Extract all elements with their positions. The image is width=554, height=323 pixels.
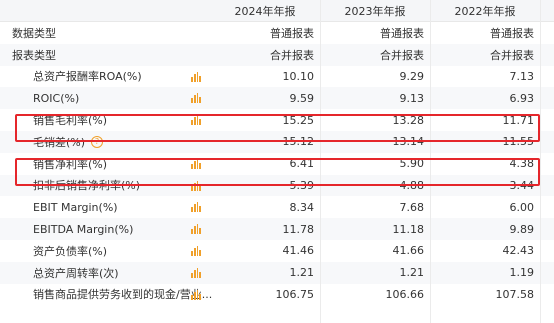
value-cell: 5.90 [399, 157, 425, 171]
row-label-text: 毛销差(%) [33, 135, 86, 149]
value-cell: 普通报表 [270, 26, 314, 40]
row-label-text: 资产负债率(%) [33, 244, 108, 258]
table-row: 扣非后销售净利率(%) 5.39 4.88 3.44 [0, 174, 554, 197]
value-cell: 11.78 [282, 222, 315, 236]
value-cell: 11.18 [392, 222, 425, 236]
value-cell: 3.44 [509, 178, 535, 192]
row-label-text: 总资产报酬率ROA(%) [33, 70, 142, 84]
value-cell: 合并报表 [380, 48, 424, 62]
row-label-text: ROIC(%) [33, 91, 80, 105]
value-cell: 106.75 [275, 287, 315, 301]
value-cell: 1.21 [289, 266, 315, 280]
value-cell: 42.43 [502, 244, 535, 258]
bar-chart-icon[interactable] [191, 158, 201, 169]
row-label-text: 总资产周转率(次) [33, 266, 119, 280]
value-cell: 13.28 [392, 113, 425, 127]
value-cell: 5.39 [289, 178, 315, 192]
table-body: 数据类型 普通报表 普通报表 普通报表报表类型 合并报表 合并报表 合并报表总资产报酬率RO… [0, 22, 554, 305]
table-row: 报表类型 合并报表 合并报表 合并报表 [0, 43, 554, 66]
value-cell: 9.59 [289, 91, 315, 105]
row-label: ROIC(%) [33, 87, 79, 109]
row-label-text: 报表类型 [12, 48, 56, 62]
row-label-text: 数据类型 [12, 26, 56, 40]
column-header-2022[interactable]: 2022年年报 [430, 0, 540, 21]
table-row: 销售净利率(%) 6.41 5.90 4.38 [0, 153, 554, 175]
value-cell: 4.38 [509, 157, 535, 171]
value-cell: 9.29 [399, 69, 425, 83]
table-row: EBITDA Margin(%) 11.78 11.18 9.89 [0, 218, 554, 240]
bar-chart-icon[interactable] [191, 71, 201, 82]
value-cell: 合并报表 [490, 48, 534, 62]
value-cell: 4.88 [399, 178, 425, 192]
table-row: 总资产周转率(次) 1.21 1.21 1.19 [0, 261, 554, 284]
value-cell: 1.19 [509, 266, 535, 280]
value-cell: 106.66 [385, 287, 425, 301]
value-cell: 7.13 [509, 69, 535, 83]
value-cell: 6.93 [509, 91, 535, 105]
value-cell: 10.10 [282, 69, 315, 83]
table-row: 资产负债率(%) 41.46 41.66 42.43 [0, 240, 554, 262]
table-row: 数据类型 普通报表 普通报表 普通报表 [0, 22, 554, 44]
value-cell: 41.46 [282, 244, 315, 258]
bar-chart-icon[interactable] [191, 115, 201, 126]
value-cell: 11.55 [502, 135, 535, 149]
bar-chart-icon[interactable] [191, 245, 201, 256]
row-label: 总资产报酬率ROA(%) [33, 66, 142, 88]
row-label: 销售净利率(%) [33, 153, 107, 175]
table-row: 毛销差(%)? 15.12 13.14 11.55 [0, 130, 554, 153]
row-label-text: EBITDA Margin(%) [33, 222, 134, 236]
table-row: EBIT Margin(%) 8.34 7.68 6.00 [0, 196, 554, 218]
row-label-text: 扣非后销售净利率(%) [33, 179, 141, 193]
table-row: ROIC(%) 9.59 9.13 6.93 [0, 87, 554, 110]
row-label-text: EBIT Margin(%) [33, 200, 118, 214]
value-cell: 合并报表 [270, 48, 314, 62]
value-cell: 6.41 [289, 157, 315, 171]
bar-chart-icon[interactable] [191, 202, 201, 213]
bar-chart-icon[interactable] [191, 180, 201, 191]
row-label: 扣非后销售净利率(%) [33, 175, 140, 197]
table-row: 销售商品提供劳务收到的现金/营业... 106.75 106.66 107.58 [0, 284, 554, 306]
value-cell: 普通报表 [380, 26, 424, 40]
help-icon[interactable]: ? [91, 135, 104, 148]
bar-chart-icon[interactable] [191, 267, 201, 278]
value-cell: 13.14 [392, 135, 425, 149]
table-row: 总资产报酬率ROA(%) 10.10 9.29 7.13 [0, 66, 554, 88]
value-cell: 15.25 [282, 113, 315, 127]
row-label: 报表类型 [12, 44, 56, 66]
value-cell: 11.71 [502, 113, 535, 127]
column-divider [320, 0, 321, 323]
value-cell: 9.13 [399, 91, 425, 105]
financial-indicators-table: 2024年年报 2023年年报 2022年年报 数据类型 普通报表 普通报表 普通报表… [0, 0, 554, 305]
value-cell: 8.34 [289, 200, 315, 214]
table-row: 销售毛利率(%) 15.25 13.28 11.71 [0, 109, 554, 131]
row-label: 总资产周转率(次) [33, 262, 119, 284]
bar-chart-icon[interactable] [191, 93, 201, 104]
row-label: 销售商品提供劳务收到的现金/营业... [33, 284, 212, 306]
row-label: 资产负债率(%) [33, 240, 107, 262]
value-cell: 6.00 [509, 200, 535, 214]
table-header-row: 2024年年报 2023年年报 2022年年报 [0, 0, 554, 22]
value-cell: 41.66 [392, 244, 425, 258]
column-divider [540, 0, 541, 323]
value-cell: 普通报表 [490, 26, 534, 40]
row-label: EBITDA Margin(%) [33, 218, 133, 240]
row-label-text: 销售净利率(%) [33, 157, 108, 171]
row-label: 数据类型 [12, 22, 56, 44]
value-cell: 15.12 [282, 135, 315, 149]
value-cell: 107.58 [495, 287, 535, 301]
value-cell: 1.21 [399, 266, 425, 280]
row-label-text: 销售毛利率(%) [33, 114, 108, 128]
row-label: 毛销差(%)? [33, 131, 104, 153]
bar-chart-icon[interactable] [191, 289, 201, 300]
column-header-2024[interactable]: 2024年年报 [210, 0, 320, 21]
row-label: EBIT Margin(%) [33, 196, 118, 218]
column-header-2023[interactable]: 2023年年报 [320, 0, 430, 21]
column-divider [430, 0, 431, 323]
row-label-text: 销售商品提供劳务收到的现金/营业... [33, 288, 213, 302]
bar-chart-icon[interactable] [191, 224, 201, 235]
row-label: 销售毛利率(%) [33, 109, 107, 131]
value-cell: 7.68 [399, 200, 425, 214]
value-cell: 9.89 [509, 222, 535, 236]
